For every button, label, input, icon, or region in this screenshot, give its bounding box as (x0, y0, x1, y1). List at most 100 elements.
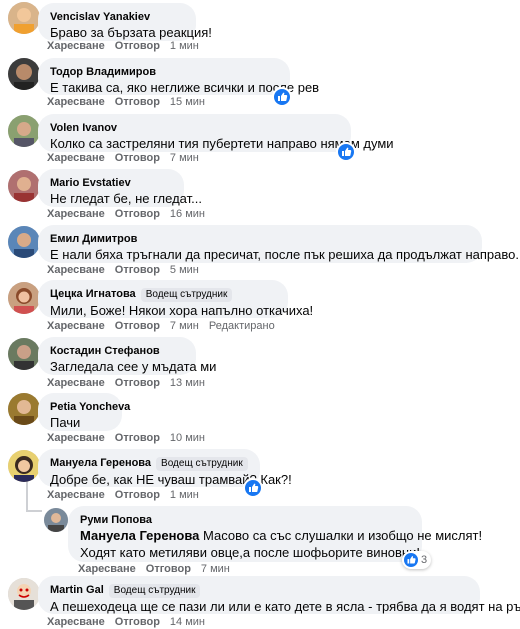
comment-author[interactable]: Vencislav Yanakiev (50, 10, 184, 24)
avatar[interactable] (8, 226, 40, 258)
top-contributor-badge: Водещ сътрудник (156, 457, 248, 471)
like-button[interactable]: Харесване (47, 616, 105, 628)
like-button[interactable]: Харесване (47, 432, 105, 444)
comment-text-line2: Ходят като метиляви овце,а после шофьори… (80, 545, 420, 560)
comment-text: Колко са застреляни тия пубертети направ… (50, 136, 394, 151)
avatar[interactable] (8, 393, 40, 425)
like-button[interactable]: Харесване (47, 40, 105, 52)
comment-author[interactable]: Volen Ivanov (50, 121, 339, 135)
comment-text: Е нали бяха тръгнали да пресичат, после … (50, 246, 520, 263)
reply-button[interactable]: Отговор (115, 320, 160, 332)
reply-button[interactable]: Отговор (115, 96, 160, 108)
comment-author[interactable]: Цецка Игнатова (50, 288, 136, 300)
comment-time[interactable]: 16 мин (170, 208, 205, 220)
comment-time[interactable]: 15 мин (170, 96, 205, 108)
comment-time[interactable]: 7 мин (170, 152, 199, 164)
comment-author[interactable]: Емил Димитров (50, 232, 470, 246)
comment-author-row: Цецка Игнатова Водещ сътрудник (50, 287, 276, 302)
avatar[interactable] (8, 115, 40, 147)
like-button[interactable]: Харесване (47, 264, 105, 276)
reply-button[interactable]: Отговор (115, 377, 160, 389)
like-button[interactable]: Харесване (47, 320, 105, 332)
comment-text: Браво за бързата реакция! (50, 25, 212, 40)
comment-text: Мили, Боже! Някои хора напълно откачиха! (50, 303, 314, 318)
comment-actions: Харесване Отговор 1 мин (47, 489, 209, 502)
comment-actions: Харесване Отговор 15 мин (47, 96, 215, 109)
avatar[interactable] (8, 338, 40, 370)
comment-actions: Харесване Отговор 5 мин (47, 264, 209, 277)
comment-text-content: Е нали бяха тръгнали да пресичат, после … (50, 247, 520, 262)
comment-author[interactable]: Martin Gal (50, 584, 104, 596)
comment-time[interactable]: 10 мин (170, 432, 205, 444)
top-contributor-badge: Водещ сътрудник (140, 288, 233, 302)
like-button[interactable]: Харесване (47, 489, 105, 501)
like-reaction-icon (404, 553, 418, 567)
comment-author[interactable]: Руми Попова (80, 513, 410, 527)
like-button[interactable]: Харесване (78, 563, 136, 575)
comment-actions: Харесване Отговор 7 мин (47, 152, 209, 165)
comment-bubble: Vencislav Yanakiev Браво за бързата реак… (38, 3, 212, 41)
comment-time[interactable]: 7 мин (201, 563, 230, 575)
like-reaction-icon[interactable] (336, 142, 356, 162)
comment-bubble: Мануела Геренова Водещ сътрудник Добре бе… (38, 449, 292, 487)
like-button[interactable]: Харесване (47, 152, 105, 164)
comment-author[interactable]: Костадин Стефанов (50, 344, 184, 358)
comment-time[interactable]: 14 мин (170, 616, 205, 628)
comment-actions: Харесване Отговор 7 мин (78, 563, 240, 576)
comment-text: Не гледат бе, не гледат... (50, 191, 202, 206)
reply-button[interactable]: Отговор (115, 432, 160, 444)
comment-bubble: Костадин Стефанов Загледала сее у мъдата… (38, 337, 217, 375)
avatar[interactable] (8, 58, 40, 90)
thread-line-horizontal (26, 510, 42, 512)
comment-actions: Харесване Отговор 10 мин (47, 432, 215, 445)
reply-button[interactable]: Отговор (146, 563, 191, 575)
avatar[interactable] (8, 170, 40, 202)
comment-actions: Харесване Отговор 7 мин Редактирано (47, 320, 285, 333)
avatar[interactable] (8, 450, 40, 482)
edited-label[interactable]: Редактирано (209, 320, 275, 332)
reply-button[interactable]: Отговор (115, 40, 160, 52)
comment-bubble: Volen Ivanov Колко са застреляни тия пуб… (38, 114, 394, 152)
comment-author[interactable]: Mario Evstatiev (50, 176, 172, 190)
comment-bubble: Цецка Игнатова Водещ сътрудник Мили, Боже… (38, 280, 314, 318)
comment-time[interactable]: 1 мин (170, 40, 199, 52)
comment-text: Загледала сее у мъдата ми (50, 359, 217, 374)
reply-button[interactable]: Отговор (115, 264, 160, 276)
comment-actions: Харесване Отговор 1 мин (47, 40, 209, 53)
reply-button[interactable]: Отговор (115, 616, 160, 628)
reaction-summary[interactable]: 3 (402, 551, 432, 569)
comment-bubble: Petia Yoncheva Пачи (38, 393, 130, 431)
avatar[interactable] (8, 2, 40, 34)
comment-time[interactable]: 5 мин (170, 264, 199, 276)
comment-actions: Харесване Отговор 16 мин (47, 208, 215, 221)
comment-time[interactable]: 7 мин (170, 320, 199, 332)
comment-author[interactable]: Тодор Владимиров (50, 65, 278, 79)
like-reaction-icon[interactable] (272, 87, 292, 107)
reply-button[interactable]: Отговор (115, 152, 160, 164)
like-button[interactable]: Харесване (47, 377, 105, 389)
avatar[interactable] (44, 508, 68, 532)
comment-actions: Харесване Отговор 13 мин (47, 377, 215, 390)
comment-text: Е такива са, яко неглиже всички и после … (50, 80, 320, 95)
comment-time[interactable]: 13 мин (170, 377, 205, 389)
mention-link[interactable]: Мануела Геренова (80, 528, 199, 543)
like-button[interactable]: Харесване (47, 208, 105, 220)
like-reaction-icon[interactable] (243, 478, 263, 498)
comment-text: Пачи (50, 415, 81, 430)
comment-time[interactable]: 1 мин (170, 489, 199, 501)
comment-text: А пешеходеца ще се пази ли или е като де… (50, 599, 520, 614)
comment-author-row: Мануела Геренова Водещ сътрудник (50, 456, 248, 471)
avatar[interactable] (8, 578, 40, 610)
reply-button[interactable]: Отговор (115, 208, 160, 220)
comment-author[interactable]: Petia Yoncheva (50, 400, 130, 414)
avatar[interactable] (8, 282, 40, 314)
comment-bubble: Емил Димитров Е нали бяха тръгнали да пр… (38, 225, 520, 263)
comment-author[interactable]: Мануела Геренова (50, 457, 151, 469)
like-button[interactable]: Харесване (47, 96, 105, 108)
top-contributor-badge: Водещ сътрудник (108, 584, 201, 598)
comment-text: Добре бе, как НЕ чуваш трамвай? Как?! (50, 472, 292, 487)
reply-button[interactable]: Отговор (115, 489, 160, 501)
comment-text-content: Масово са със слушалки и изобщо не мисля… (203, 528, 483, 543)
comment-bubble: Mario Evstatiev Не гледат бе, не гледат.… (38, 169, 202, 207)
comment-bubble: Тодор Владимиров Е такива са, яко неглиж… (38, 58, 320, 95)
